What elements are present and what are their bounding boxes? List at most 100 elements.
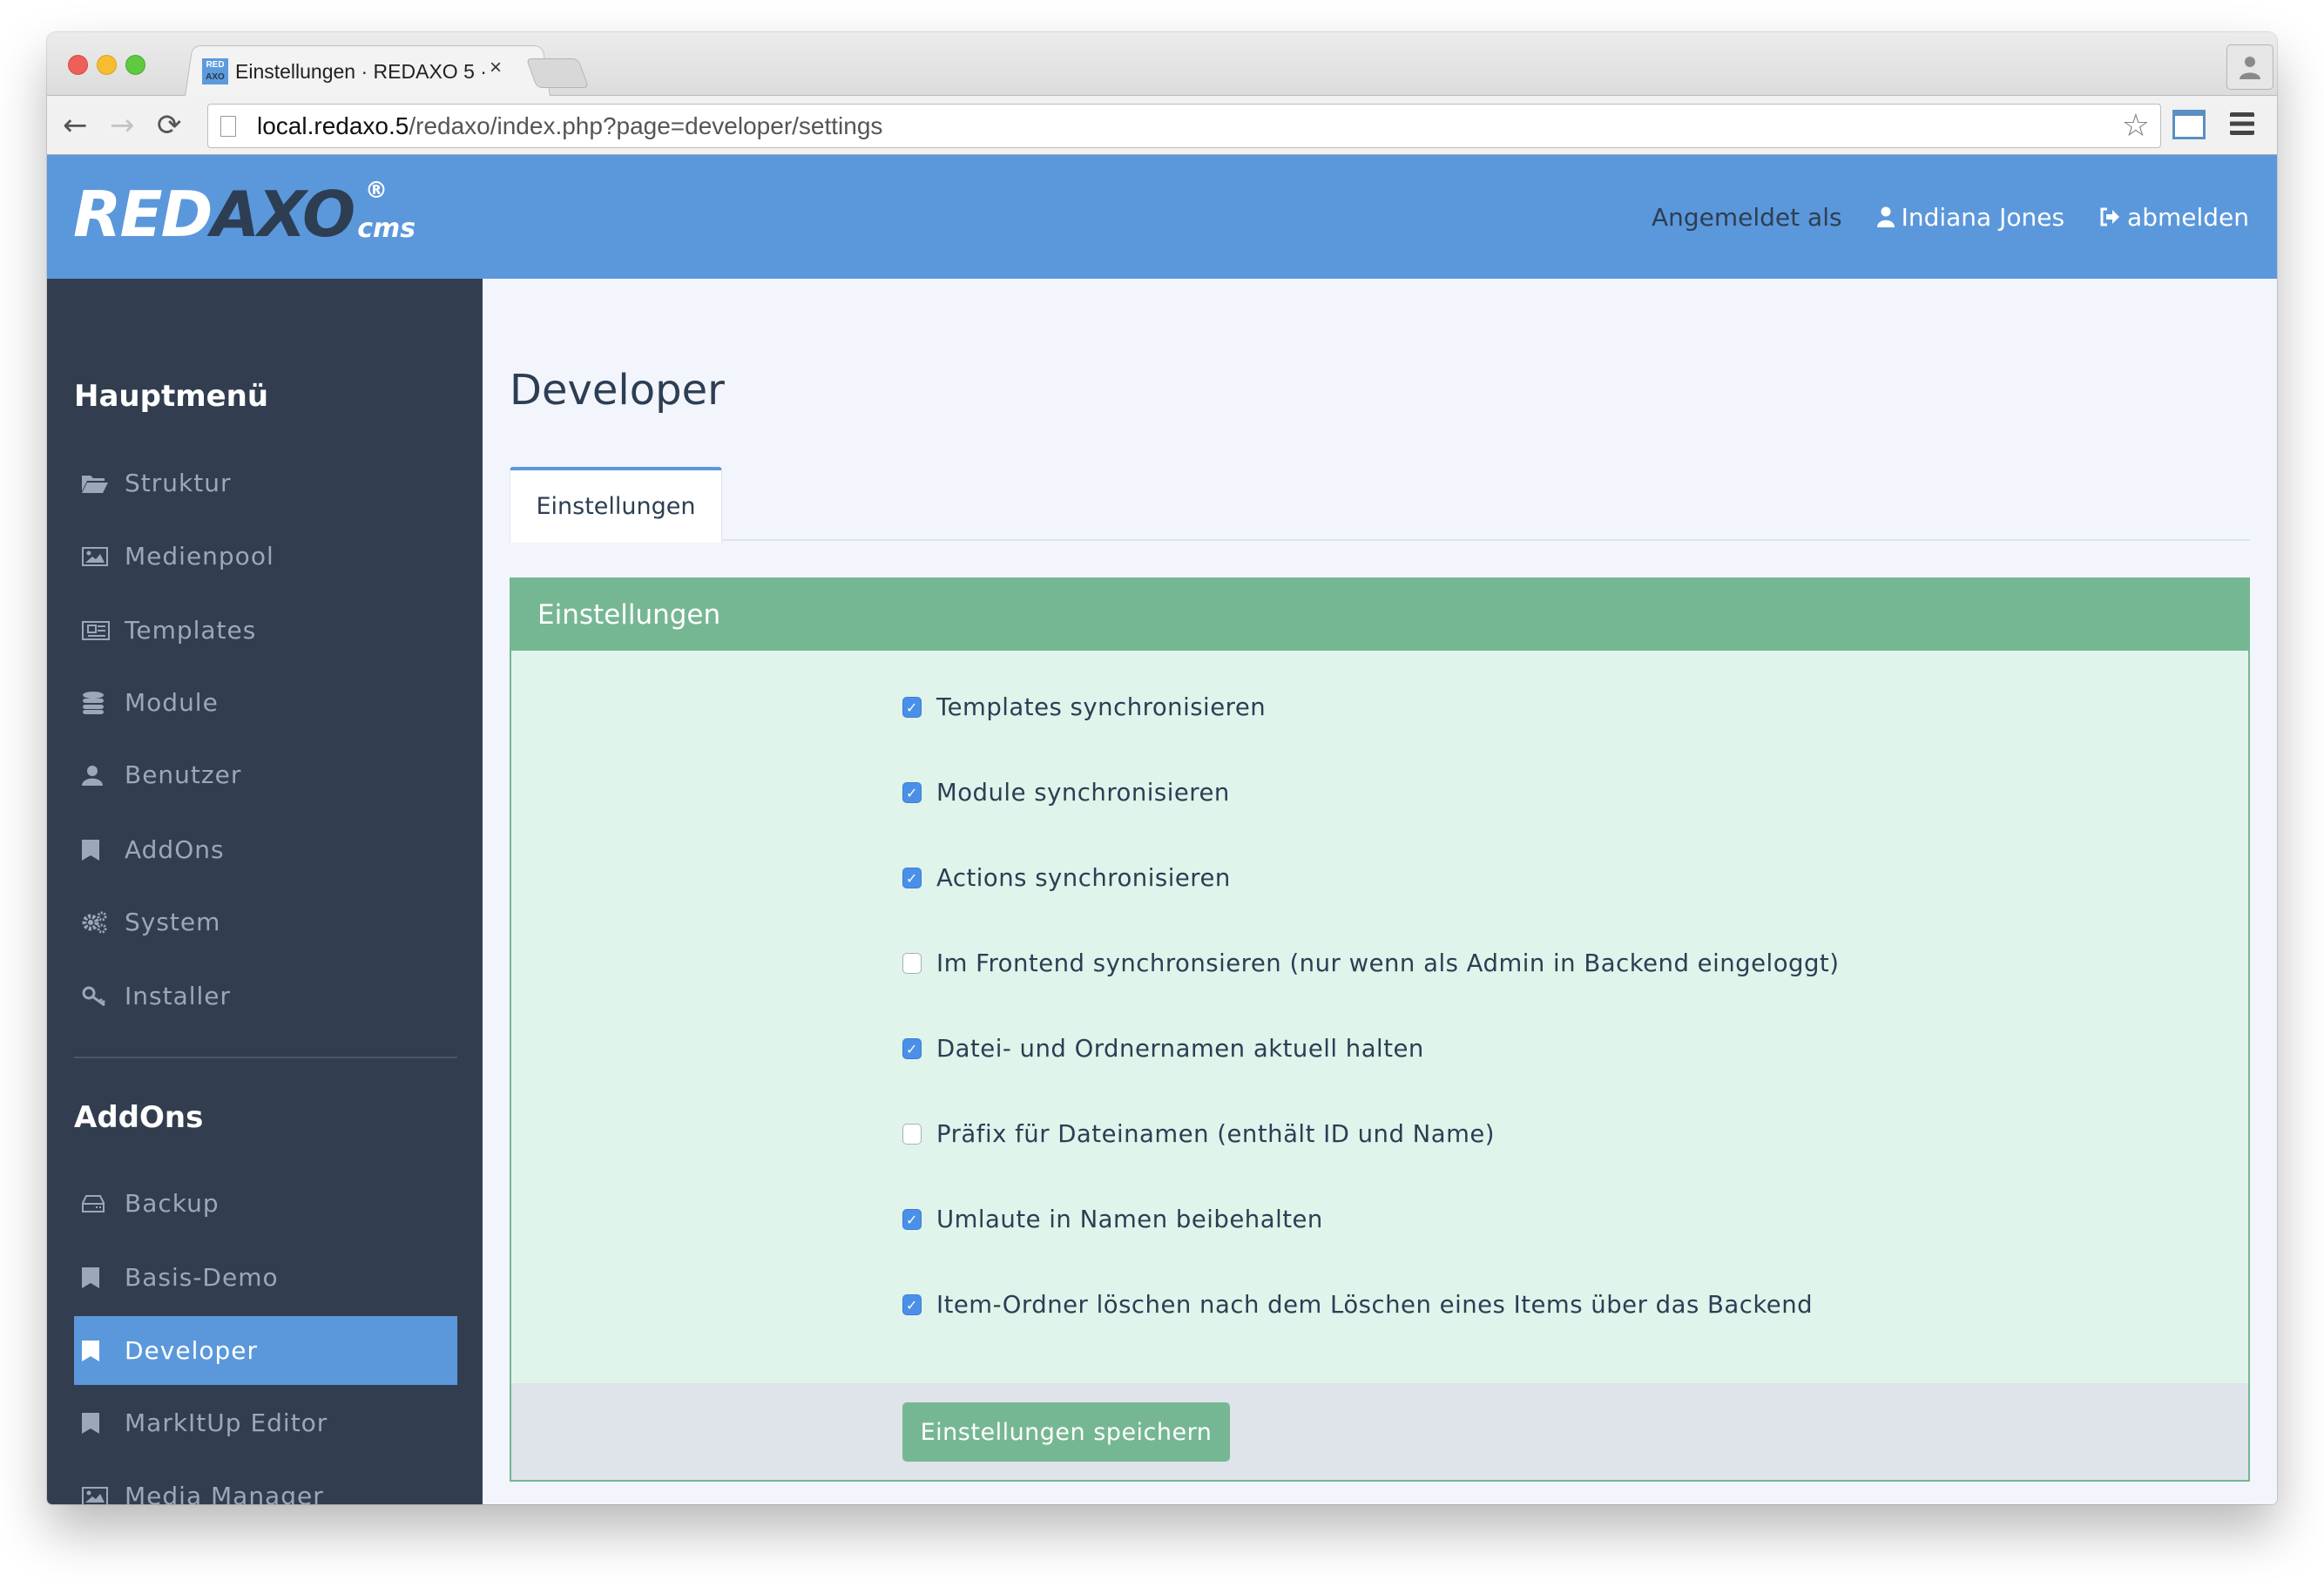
sidebar-item-label: Module bbox=[125, 688, 219, 717]
sidebar-heading-addons: AddOns bbox=[74, 1100, 204, 1135]
logged-in-label: Angemeldet als bbox=[1651, 202, 1842, 232]
arrow-left-icon[interactable]: ← bbox=[63, 108, 88, 143]
sidebar-item-label: Basis-Demo bbox=[125, 1263, 279, 1292]
checkbox[interactable]: ✓ bbox=[902, 697, 922, 718]
option-module-sync[interactable]: ✓ Module synchronisieren bbox=[902, 779, 1230, 807]
option-label: Module synchronisieren bbox=[936, 779, 1230, 807]
checkbox[interactable]: ✓ bbox=[902, 1294, 922, 1315]
browser-window: RED AXO Einstellungen · REDAXO 5 · × ← →… bbox=[47, 32, 2277, 1504]
checkbox[interactable]: ✓ bbox=[902, 868, 922, 888]
logo-red: RED bbox=[73, 178, 213, 251]
sidebar-item-label: Backup bbox=[125, 1189, 220, 1218]
checkbox[interactable]: ✓ bbox=[902, 782, 922, 803]
arrow-right-icon[interactable]: → bbox=[110, 108, 135, 143]
sidebar-item-label: Templates bbox=[125, 616, 257, 645]
page-tabs: Einstellungen bbox=[510, 467, 2250, 543]
sign-out-icon bbox=[2100, 207, 2120, 226]
bookmark-icon bbox=[74, 1412, 125, 1434]
sidebar-item-developer[interactable]: Developer bbox=[74, 1316, 457, 1385]
option-frontend-sync[interactable]: Im Frontend synchronsieren (nur wenn als… bbox=[902, 949, 1839, 977]
user-profile-link[interactable]: Indiana Jones bbox=[1876, 203, 2064, 232]
url-host: local.redaxo.5 bbox=[257, 111, 409, 139]
new-tab-button[interactable] bbox=[525, 58, 590, 88]
browser-tabstrip: RED AXO Einstellungen · REDAXO 5 · × bbox=[47, 32, 2277, 97]
logo-cms: cms bbox=[357, 213, 416, 244]
sidebar: Hauptmenü Struktur Medienpool Templates … bbox=[47, 279, 483, 1504]
user-icon bbox=[74, 765, 125, 786]
hdd-icon bbox=[74, 1194, 125, 1212]
page-icon bbox=[220, 115, 236, 137]
minimize-window-button[interactable] bbox=[97, 55, 117, 75]
hamburger-menu-icon[interactable] bbox=[2230, 112, 2254, 135]
browser-tab-title: Einstellungen · REDAXO 5 · bbox=[235, 59, 487, 83]
sidebar-item-media-manager[interactable]: Media Manager bbox=[74, 1462, 457, 1504]
cast-icon[interactable] bbox=[2172, 110, 2206, 139]
sidebar-item-label: System bbox=[125, 908, 221, 936]
gears-icon bbox=[74, 911, 125, 934]
sidebar-item-label: Media Manager bbox=[125, 1482, 324, 1504]
option-delete-item-folder[interactable]: ✓ Item-Ordner löschen nach dem Löschen e… bbox=[902, 1291, 1813, 1319]
sidebar-item-label: Installer bbox=[125, 982, 232, 1010]
option-templates-sync[interactable]: ✓ Templates synchronisieren bbox=[902, 693, 1266, 721]
url-path: /redaxo/index.php?page=developer/setting… bbox=[409, 111, 883, 139]
close-window-button[interactable] bbox=[68, 55, 88, 75]
option-keep-names-current[interactable]: ✓ Datei- und Ordnernamen aktuell halten bbox=[902, 1035, 1424, 1063]
option-label: Actions synchronisieren bbox=[936, 864, 1231, 892]
tab-close-icon[interactable]: × bbox=[490, 56, 502, 80]
sidebar-item-addons[interactable]: AddOns bbox=[74, 815, 457, 884]
checkbox[interactable]: ✓ bbox=[902, 1038, 922, 1059]
redaxo-logo[interactable]: RED AXO cms ® bbox=[73, 178, 416, 251]
checkbox[interactable] bbox=[902, 1124, 922, 1145]
option-label: Präfix für Dateinamen (enthält ID und Na… bbox=[936, 1120, 1496, 1148]
sidebar-item-markitup-editor[interactable]: MarkItUp Editor bbox=[74, 1388, 457, 1457]
profile-button[interactable] bbox=[2226, 44, 2273, 90]
sidebar-item-label: AddOns bbox=[125, 835, 225, 864]
tab-einstellungen[interactable]: Einstellungen bbox=[510, 467, 722, 543]
reload-icon[interactable]: ⟳ bbox=[157, 108, 182, 143]
bookmark-icon bbox=[74, 1340, 125, 1361]
bookmark-icon bbox=[74, 839, 125, 861]
favicon-bottom: AXO bbox=[206, 72, 225, 82]
maximize-window-button[interactable] bbox=[125, 55, 145, 75]
sidebar-item-medienpool[interactable]: Medienpool bbox=[74, 522, 457, 591]
sidebar-item-label: Developer bbox=[125, 1336, 259, 1365]
newspaper-icon bbox=[74, 620, 125, 640]
sidebar-item-backup[interactable]: Backup bbox=[74, 1169, 457, 1238]
image-icon bbox=[74, 546, 125, 566]
checkbox[interactable]: ✓ bbox=[902, 1209, 922, 1230]
option-label: Datei- und Ordnernamen aktuell halten bbox=[936, 1035, 1424, 1063]
sidebar-item-basis-demo[interactable]: Basis-Demo bbox=[74, 1243, 457, 1312]
star-icon[interactable]: ☆ bbox=[2122, 108, 2150, 144]
sidebar-item-struktur[interactable]: Struktur bbox=[74, 449, 457, 517]
sidebar-item-installer[interactable]: Installer bbox=[74, 962, 457, 1030]
logout-label: abmelden bbox=[2127, 202, 2249, 232]
user-icon bbox=[1876, 206, 1895, 227]
sidebar-item-system[interactable]: System bbox=[74, 888, 457, 956]
app-header: RED AXO cms ® Angemeldet als Indiana Jon… bbox=[47, 155, 2277, 279]
option-actions-sync[interactable]: ✓ Actions synchronisieren bbox=[902, 864, 1231, 892]
logout-link[interactable]: abmelden bbox=[2099, 203, 2249, 232]
option-keep-umlauts[interactable]: ✓ Umlaute in Namen beibehalten bbox=[902, 1206, 1323, 1233]
save-settings-button[interactable]: Einstellungen speichern bbox=[902, 1402, 1230, 1462]
database-icon bbox=[74, 691, 125, 714]
url-text[interactable]: local.redaxo.5/redaxo/index.php?page=dev… bbox=[257, 112, 882, 140]
option-label: Templates synchronisieren bbox=[936, 693, 1267, 721]
sidebar-divider bbox=[74, 1057, 457, 1058]
sidebar-item-label: Struktur bbox=[125, 469, 232, 497]
browser-toolbar: ← → ⟳ local.redaxo.5/redaxo/index.php?pa… bbox=[47, 96, 2277, 155]
option-filename-prefix[interactable]: Präfix für Dateinamen (enthält ID und Na… bbox=[902, 1120, 1495, 1148]
sidebar-item-module[interactable]: Module bbox=[74, 668, 457, 737]
option-label: Item-Ordner löschen nach dem Löschen ein… bbox=[936, 1291, 1814, 1319]
favicon-top: RED bbox=[206, 60, 225, 70]
logo-registered: ® bbox=[365, 178, 388, 204]
panel-footer: Einstellungen speichern bbox=[511, 1383, 2248, 1480]
sidebar-item-label: Medienpool bbox=[125, 542, 274, 571]
sidebar-item-benutzer[interactable]: Benutzer bbox=[74, 740, 457, 809]
image-icon bbox=[74, 1486, 125, 1504]
checkbox[interactable] bbox=[902, 953, 922, 974]
bookmark-icon bbox=[74, 1266, 125, 1288]
sidebar-item-label: MarkItUp Editor bbox=[125, 1408, 328, 1437]
page-title: Developer bbox=[510, 366, 725, 415]
address-bar[interactable]: local.redaxo.5/redaxo/index.php?page=dev… bbox=[207, 104, 2161, 148]
sidebar-item-templates[interactable]: Templates bbox=[74, 596, 457, 665]
